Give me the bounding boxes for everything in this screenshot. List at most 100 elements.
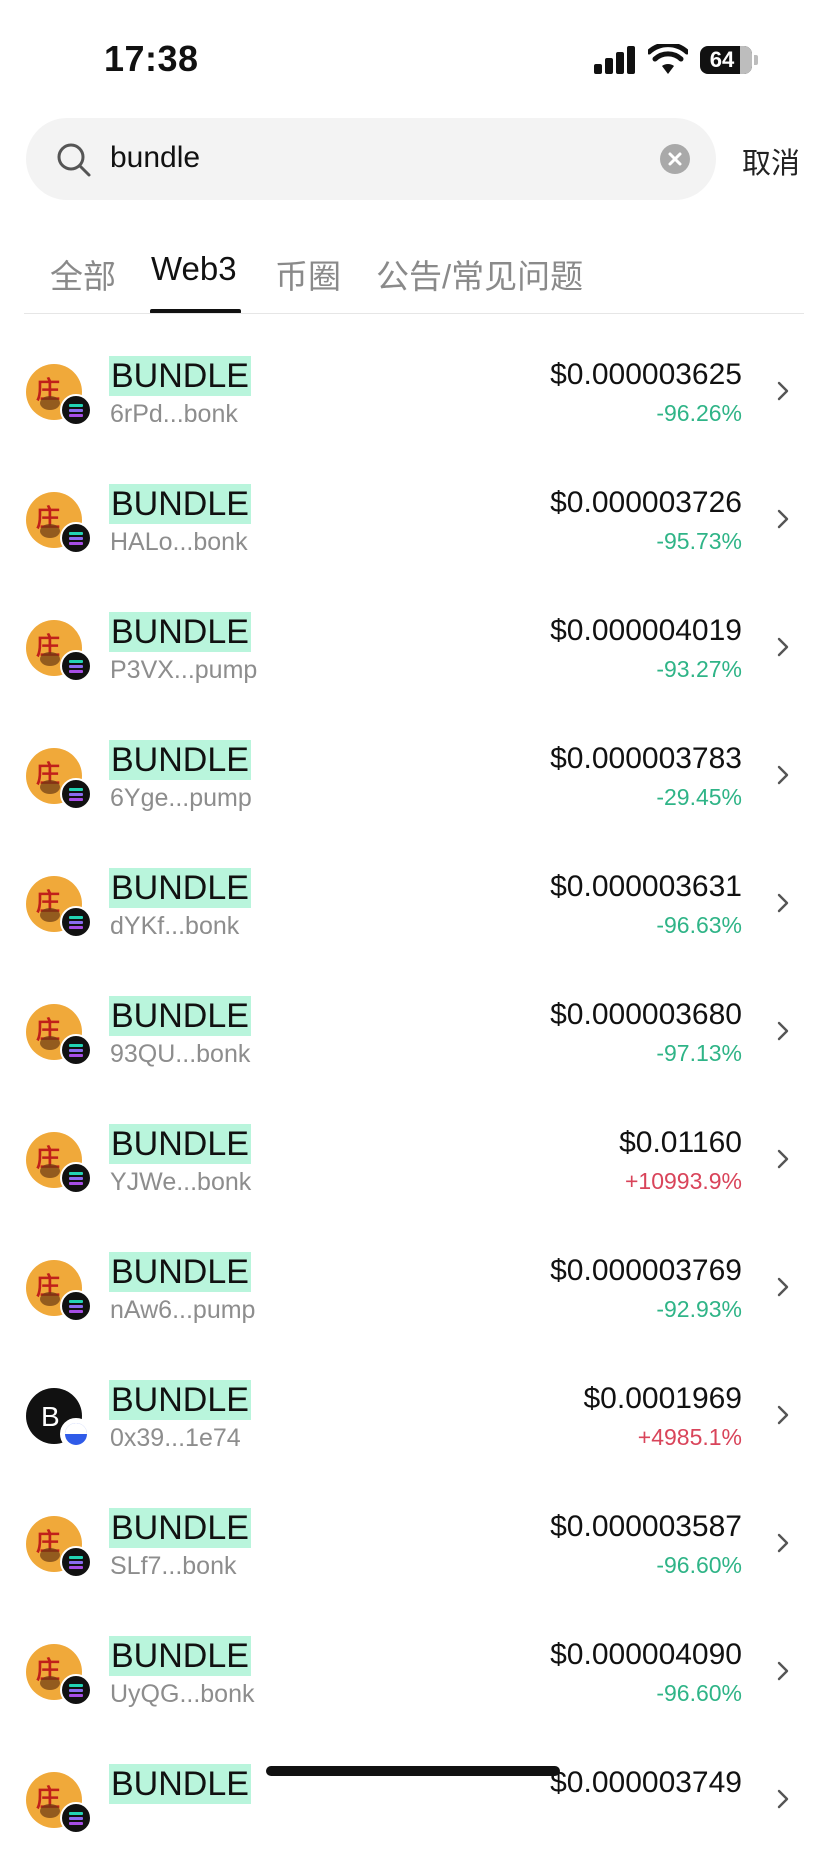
solana-chain-icon [60, 650, 92, 682]
tab-crypto[interactable]: 币圈 [275, 250, 341, 298]
token-name: BUNDLE [109, 1380, 251, 1420]
chevron-right-icon [777, 1661, 789, 1681]
token-row[interactable]: 庄 BUNDLE SLf7...bonk $0.000003587 -96.60% [0, 1488, 828, 1616]
chevron-right-icon [777, 1021, 789, 1041]
token-name: BUNDLE [109, 996, 251, 1036]
chevron-right-icon [777, 1405, 789, 1425]
solana-chain-icon [60, 1162, 92, 1194]
search-icon [57, 143, 91, 177]
token-name: BUNDLE [109, 1252, 251, 1292]
divider [24, 313, 804, 314]
status-bar: 17:38 64 [0, 0, 828, 120]
token-address: nAw6...pump [110, 1296, 256, 1324]
battery-icon: 64 [700, 46, 758, 74]
solana-chain-icon [60, 778, 92, 810]
price-change: +10993.9% [624, 1168, 742, 1194]
token-row[interactable]: 庄 BUNDLE 6rPd...bonk $0.000003625 -96.26% [0, 336, 828, 464]
token-row[interactable]: 庄 BUNDLE UyQG...bonk $0.000004090 -96.60% [0, 1616, 828, 1744]
token-address: 6Yge...pump [110, 784, 252, 812]
token-row[interactable]: 庄 BUNDLE nAw6...pump $0.000003769 -92.93% [0, 1232, 828, 1360]
token-avatar-icon: 庄 [26, 1772, 92, 1834]
token-price: $0.000003625 [550, 358, 742, 391]
token-avatar-icon: 庄 [26, 492, 92, 554]
token-avatar-icon: 庄 [26, 1004, 92, 1066]
token-price: $0.000003726 [550, 486, 742, 519]
token-name: BUNDLE [109, 740, 251, 780]
price-change: -96.60% [656, 1680, 742, 1706]
tab-web3[interactable]: Web3 [151, 250, 237, 288]
category-tabs: 全部 Web3 币圈 公告/常见问题 [0, 240, 828, 314]
token-avatar-icon: 庄 [26, 876, 92, 938]
clear-icon[interactable] [660, 144, 690, 174]
token-row[interactable]: 庄 BUNDLE P3VX...pump $0.000004019 -93.27% [0, 592, 828, 720]
token-price: $0.000003680 [550, 998, 742, 1031]
token-name: BUNDLE [109, 356, 251, 396]
price-change: -96.63% [656, 912, 742, 938]
solana-chain-icon [60, 1802, 92, 1834]
cancel-button[interactable]: 取消 [742, 140, 800, 182]
token-avatar-icon: 庄 [26, 620, 92, 682]
price-change: -97.13% [656, 1040, 742, 1066]
token-avatar-icon: 庄 [26, 1644, 92, 1706]
token-name: BUNDLE [109, 1636, 251, 1676]
token-price: $0.0001969 [583, 1382, 743, 1415]
tab-all[interactable]: 全部 [50, 250, 116, 298]
chevron-right-icon [777, 1789, 789, 1809]
token-address: dYKf...bonk [110, 912, 240, 940]
token-address: YJWe...bonk [110, 1168, 252, 1196]
token-price: $0.000003587 [550, 1510, 742, 1543]
solana-chain-icon [60, 522, 92, 554]
token-name: BUNDLE [109, 1508, 251, 1548]
letter-b-avatar-icon: B [26, 1388, 92, 1450]
chevron-right-icon [777, 893, 789, 913]
token-address: SLf7...bonk [110, 1552, 237, 1580]
price-change: -95.73% [656, 528, 742, 554]
price-change: +4985.1% [637, 1424, 742, 1450]
token-name: BUNDLE [109, 1124, 251, 1164]
cellular-signal-icon [594, 46, 638, 74]
token-address: 6rPd...bonk [110, 400, 238, 428]
chevron-right-icon [777, 765, 789, 785]
price-change: -29.45% [656, 784, 742, 810]
solana-chain-icon [60, 906, 92, 938]
token-row[interactable]: 庄 BUNDLE HALo...bonk $0.000003726 -95.73% [0, 464, 828, 592]
token-price: $0.000004090 [550, 1638, 742, 1671]
token-name: BUNDLE [109, 868, 251, 908]
solana-chain-icon [60, 1546, 92, 1578]
home-indicator[interactable] [266, 1766, 560, 1776]
search-input[interactable] [110, 138, 630, 178]
base-chain-icon [60, 1418, 92, 1450]
token-row[interactable]: 庄 BUNDLE 6Yge...pump $0.000003783 -29.45% [0, 720, 828, 848]
token-price: $0.01160 [619, 1126, 742, 1159]
token-price: $0.000004019 [550, 614, 742, 647]
token-address: 0x39...1e74 [110, 1424, 241, 1452]
token-row[interactable]: 庄 BUNDLE YJWe...bonk $0.01160 +10993.9% [0, 1104, 828, 1232]
chevron-right-icon [777, 1149, 789, 1169]
token-name: BUNDLE [109, 1764, 251, 1804]
chevron-right-icon [777, 381, 789, 401]
tab-announcements-faq[interactable]: 公告/常见问题 [376, 250, 583, 298]
token-name: BUNDLE [109, 612, 251, 652]
token-row[interactable]: 庄 BUNDLE $0.000003749 [0, 1744, 828, 1872]
token-row[interactable]: 庄 BUNDLE dYKf...bonk $0.000003631 -96.63% [0, 848, 828, 976]
price-change: -96.60% [656, 1552, 742, 1578]
price-change: -96.26% [656, 400, 742, 426]
solana-chain-icon [60, 1674, 92, 1706]
status-time: 17:38 [104, 38, 199, 79]
price-change: -93.27% [656, 656, 742, 682]
chevron-right-icon [777, 637, 789, 657]
price-change: -92.93% [656, 1296, 742, 1322]
solana-chain-icon [60, 1034, 92, 1066]
battery-level: 64 [709, 47, 735, 72]
solana-chain-icon [60, 1290, 92, 1322]
token-row[interactable]: B BUNDLE 0x39...1e74 $0.0001969 +4985.1% [0, 1360, 828, 1488]
solana-chain-icon [60, 394, 92, 426]
token-avatar-icon: 庄 [26, 1260, 92, 1322]
token-row[interactable]: 庄 BUNDLE 93QU...bonk $0.000003680 -97.13% [0, 976, 828, 1104]
token-avatar-icon: 庄 [26, 748, 92, 810]
wifi-icon [648, 44, 688, 74]
chevron-right-icon [777, 1533, 789, 1553]
token-address: P3VX...pump [110, 656, 258, 684]
search-bar[interactable] [26, 118, 716, 200]
token-price: $0.000003631 [550, 870, 742, 903]
